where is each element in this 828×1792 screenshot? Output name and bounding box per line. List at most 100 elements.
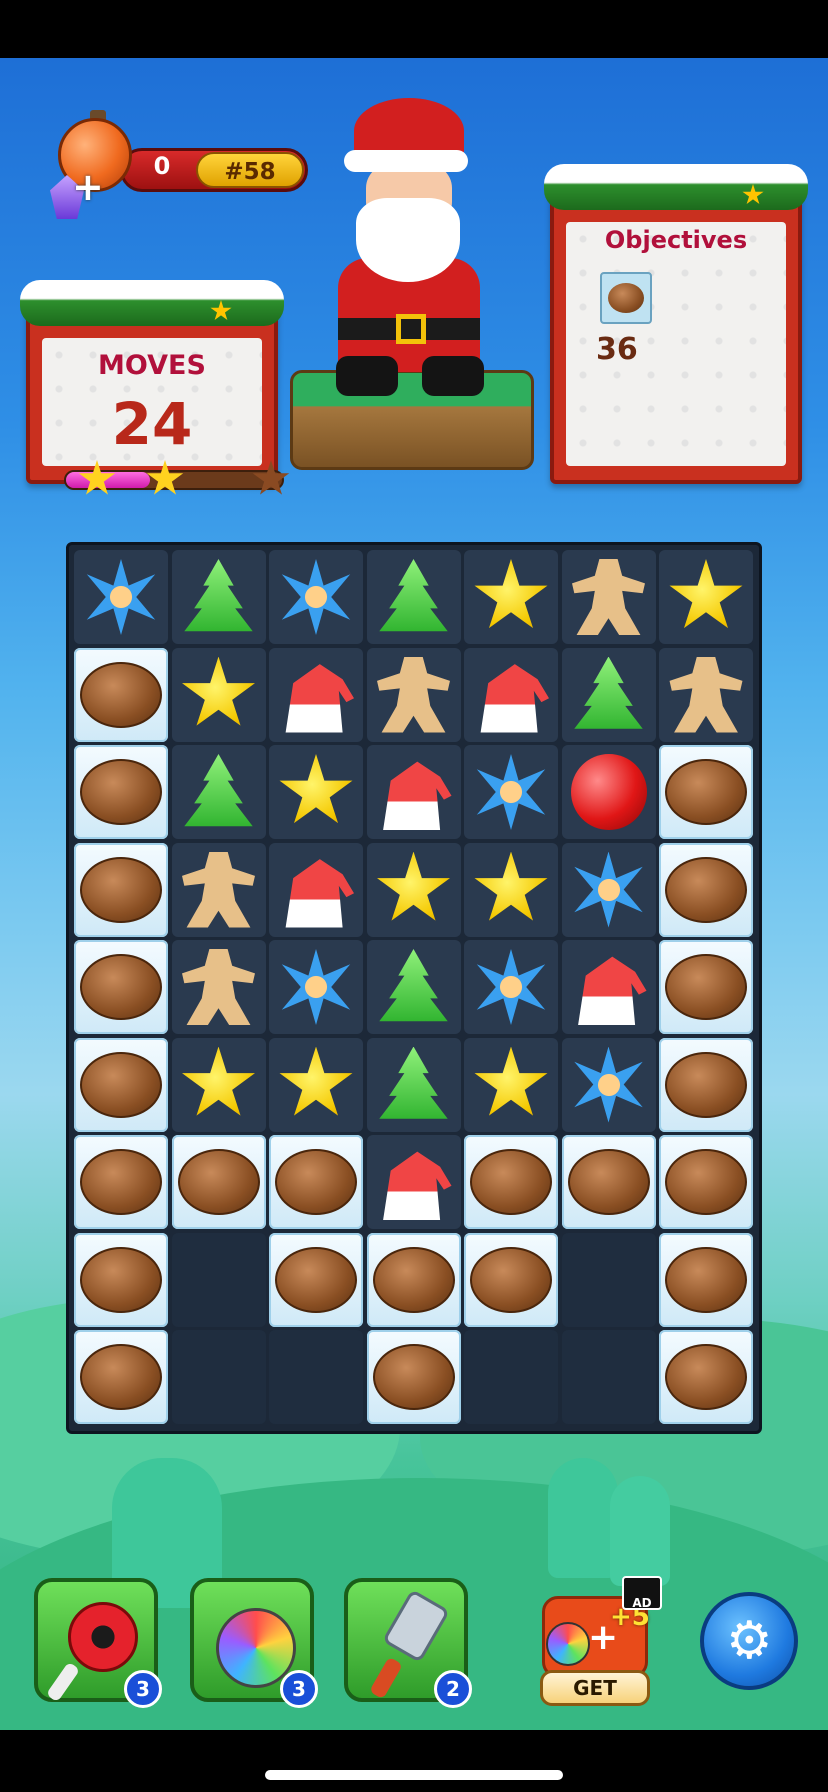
board-cell[interactable] <box>561 550 656 644</box>
board-cell[interactable] <box>561 745 656 839</box>
tree-icon <box>379 949 448 1022</box>
board-cell[interactable] <box>366 1037 461 1132</box>
grass-platform <box>290 370 534 470</box>
board-cell[interactable] <box>464 1232 558 1327</box>
board-cell[interactable] <box>659 745 753 839</box>
board-cell[interactable] <box>464 940 558 1034</box>
moves-panel: MOVES 24 <box>20 280 290 495</box>
board-cell[interactable] <box>366 842 461 937</box>
board-cell[interactable] <box>171 745 266 839</box>
board-cell[interactable] <box>366 1232 461 1327</box>
board-cell[interactable] <box>366 550 461 644</box>
booster-counter[interactable]: + 0 #58 <box>50 100 308 220</box>
board-cell[interactable] <box>269 550 363 644</box>
board-cell[interactable] <box>269 1232 363 1327</box>
gingerbread-icon <box>182 949 255 1025</box>
board-cell[interactable] <box>171 1135 266 1229</box>
plus-icon[interactable]: + <box>72 168 104 206</box>
board-cell[interactable] <box>659 1330 753 1424</box>
snowflake-icon <box>281 559 351 635</box>
board-cell[interactable] <box>171 940 266 1034</box>
board-cell[interactable] <box>659 550 753 644</box>
board-cell[interactable] <box>269 1135 363 1229</box>
board-cell[interactable] <box>659 842 753 937</box>
tree-icon <box>548 1458 618 1578</box>
hat-icon <box>578 956 647 1025</box>
board-cell[interactable] <box>269 842 363 937</box>
board-cell[interactable] <box>464 1135 558 1229</box>
santa-boot-right <box>422 356 484 396</box>
board-cell[interactable] <box>74 550 168 644</box>
lollipop-stick <box>45 1661 81 1703</box>
board-cell[interactable] <box>74 940 168 1034</box>
lollipop-hammer-booster[interactable]: 3 <box>34 1578 162 1708</box>
board-cell[interactable] <box>366 940 461 1034</box>
spatula-booster[interactable]: 2 <box>344 1578 472 1708</box>
gingerbread-icon <box>377 656 450 733</box>
star-icon <box>474 559 548 629</box>
walnut-icon <box>665 1246 747 1313</box>
star-icon <box>474 851 548 921</box>
rainbow-ornament-booster[interactable]: 3 <box>190 1578 318 1708</box>
board-cell[interactable] <box>171 1037 266 1132</box>
board-cell[interactable] <box>74 745 168 839</box>
board-cell[interactable] <box>269 647 363 742</box>
board-cell[interactable] <box>74 647 168 742</box>
board-cell[interactable] <box>171 647 266 742</box>
board-cell[interactable] <box>464 550 558 644</box>
board-cell[interactable] <box>659 1037 753 1132</box>
board-cell[interactable] <box>74 1135 168 1229</box>
home-indicator[interactable] <box>265 1770 563 1780</box>
walnut-icon <box>665 759 747 825</box>
get-button[interactable]: GET <box>540 1670 650 1706</box>
board-cell[interactable] <box>171 550 266 644</box>
board-cell[interactable] <box>269 1037 363 1132</box>
board-cell[interactable] <box>366 745 461 839</box>
board-cell[interactable] <box>74 1330 168 1424</box>
board-cell <box>171 1330 266 1424</box>
ad-offer[interactable]: + +5 AD GET <box>530 1576 662 1708</box>
hat-icon <box>285 664 354 733</box>
settings-button[interactable]: ⚙ <box>700 1592 798 1690</box>
board-cell[interactable] <box>366 1330 461 1424</box>
board-cell[interactable] <box>269 745 363 839</box>
board-cell[interactable] <box>74 1232 168 1327</box>
board-cell[interactable] <box>74 1037 168 1132</box>
booster-count-badge: 3 <box>124 1670 162 1708</box>
board-cell[interactable] <box>464 647 558 742</box>
board-cell <box>464 1330 558 1424</box>
board-cell[interactable] <box>366 647 461 742</box>
board-cell[interactable] <box>659 1135 753 1229</box>
star-icon <box>669 559 743 629</box>
booster-count-badge: 3 <box>280 1670 318 1708</box>
santa-beard <box>356 198 460 282</box>
board-cell[interactable] <box>464 1037 558 1132</box>
gingerbread-icon <box>182 851 255 928</box>
board-cell[interactable] <box>561 647 656 742</box>
board-cell <box>269 1330 363 1424</box>
board-cell[interactable] <box>464 842 558 937</box>
snowflake-icon <box>86 559 156 635</box>
board-cell <box>171 1232 266 1327</box>
star-icon <box>279 754 353 824</box>
tree-icon <box>574 656 643 729</box>
booster-count-badge: 2 <box>434 1670 472 1708</box>
bomb-icon <box>570 754 647 830</box>
board-cell[interactable] <box>561 842 656 937</box>
board-cell[interactable] <box>171 842 266 937</box>
board-cell[interactable] <box>366 1135 461 1229</box>
board-cell[interactable] <box>659 647 753 742</box>
board-cell[interactable] <box>464 745 558 839</box>
board-cell[interactable] <box>659 1232 753 1327</box>
board-cell[interactable] <box>269 940 363 1034</box>
board-cell[interactable] <box>561 1135 656 1229</box>
board-cell[interactable] <box>561 940 656 1034</box>
walnut-icon <box>567 1149 650 1215</box>
board-cell[interactable] <box>74 842 168 937</box>
board-cell[interactable] <box>659 940 753 1034</box>
game-board[interactable] <box>66 542 762 1434</box>
walnut-icon <box>80 759 162 825</box>
board-cell[interactable] <box>561 1037 656 1132</box>
moves-label: MOVES <box>98 350 206 381</box>
snowflake-icon <box>574 1046 643 1123</box>
